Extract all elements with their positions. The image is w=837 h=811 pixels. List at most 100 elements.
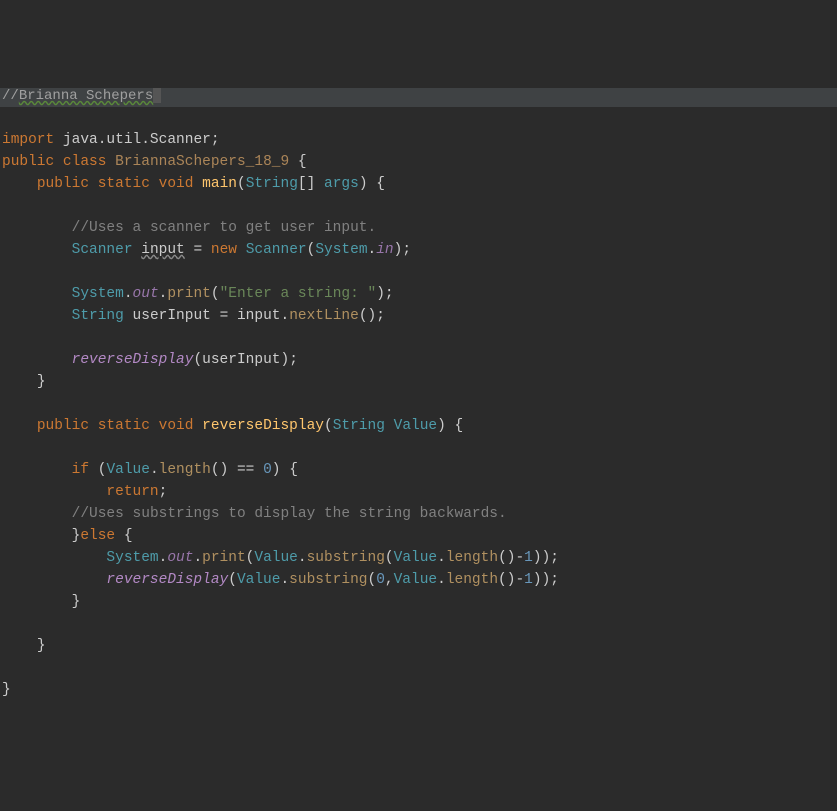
- punct: ): [368, 308, 377, 324]
- punct: ): [272, 462, 281, 478]
- var-value: Value: [254, 550, 298, 566]
- call-substring: substring: [307, 550, 385, 566]
- punct: ;: [550, 550, 559, 566]
- punct: {: [455, 418, 464, 434]
- import-path: java.util.Scanner: [63, 132, 211, 148]
- punct: ,: [385, 572, 394, 588]
- punct: (: [385, 550, 394, 566]
- keyword-void: void: [159, 176, 194, 192]
- call-length: length: [159, 462, 211, 478]
- punct: ): [280, 352, 289, 368]
- call-reversedisplay: reverseDisplay: [106, 572, 228, 588]
- var-userinput: userInput: [133, 308, 211, 324]
- type-scanner: Scanner: [72, 242, 133, 258]
- call-reversedisplay: reverseDisplay: [72, 352, 194, 368]
- punct: }: [2, 682, 11, 698]
- op-eqeq: ==: [237, 462, 254, 478]
- field-in: in: [376, 242, 393, 258]
- type-system: System: [315, 242, 367, 258]
- keyword-static: static: [98, 176, 150, 192]
- punct: ;: [289, 352, 298, 368]
- code-editor-area[interactable]: import java.util.Scanner; public class B…: [0, 129, 837, 701]
- punct: {: [298, 154, 307, 170]
- punct: []: [298, 176, 315, 192]
- punct: ;: [385, 286, 394, 302]
- method-main: main: [202, 176, 237, 192]
- text-caret: [153, 88, 161, 103]
- punct: }: [37, 374, 46, 390]
- param-value: Value: [394, 418, 438, 434]
- comment-line: //Uses a scanner to get user input.: [72, 220, 377, 236]
- field-out: out: [133, 286, 159, 302]
- var-value: Value: [106, 462, 150, 478]
- punct: {: [124, 528, 133, 544]
- type-string: String: [246, 176, 298, 192]
- keyword-new: new: [211, 242, 237, 258]
- header-author-name: Brianna Schepers: [19, 88, 153, 104]
- punct: ): [533, 550, 542, 566]
- punct: (: [368, 572, 377, 588]
- punct: (: [237, 176, 246, 192]
- punct: .: [437, 572, 446, 588]
- call-nextline: nextLine: [289, 308, 359, 324]
- type-scanner: Scanner: [246, 242, 307, 258]
- punct: (: [324, 418, 333, 434]
- punct: .: [280, 572, 289, 588]
- keyword-return: return: [106, 484, 158, 500]
- var-value: Value: [394, 572, 438, 588]
- comment-line: //Uses substrings to display the string …: [72, 506, 507, 522]
- number-one: 1: [524, 550, 533, 566]
- punct: (: [211, 462, 220, 478]
- punct: (: [193, 352, 202, 368]
- number-zero: 0: [263, 462, 272, 478]
- punct: ): [533, 572, 542, 588]
- var-value: Value: [394, 550, 438, 566]
- number-one: 1: [524, 572, 533, 588]
- keyword-if: if: [72, 462, 89, 478]
- punct: ;: [376, 308, 385, 324]
- punct: {: [376, 176, 385, 192]
- type-system: System: [72, 286, 124, 302]
- string-literal: "Enter a string: ": [220, 286, 377, 302]
- punct: (: [211, 286, 220, 302]
- punct: (: [498, 550, 507, 566]
- punct: .: [368, 242, 377, 258]
- punct: ;: [550, 572, 559, 588]
- type-string: String: [333, 418, 385, 434]
- punct: ;: [211, 132, 220, 148]
- var-userinput: userInput: [202, 352, 280, 368]
- header-comment-slashes: //: [2, 88, 19, 104]
- punct: =: [220, 308, 229, 324]
- punct: .: [124, 286, 133, 302]
- call-substring: substring: [289, 572, 367, 588]
- punct: ): [359, 176, 368, 192]
- call-print: print: [167, 286, 211, 302]
- var-input-decl: input: [141, 242, 185, 258]
- op-minus: -: [515, 572, 524, 588]
- keyword-public: public: [37, 418, 89, 434]
- number-zero: 0: [376, 572, 385, 588]
- punct: ): [220, 462, 229, 478]
- punct: (: [228, 572, 237, 588]
- type-system: System: [106, 550, 158, 566]
- punct: .: [437, 550, 446, 566]
- keyword-import: import: [2, 132, 54, 148]
- punct: ): [542, 550, 551, 566]
- punct: (: [307, 242, 316, 258]
- punct: .: [193, 550, 202, 566]
- keyword-static: static: [98, 418, 150, 434]
- call-length: length: [446, 550, 498, 566]
- editor-header: //Brianna Schepers: [0, 88, 837, 107]
- punct: (: [359, 308, 368, 324]
- class-name: BriannaSchepers_18_9: [115, 154, 289, 170]
- punct: .: [150, 462, 159, 478]
- var-value: Value: [237, 572, 281, 588]
- keyword-public: public: [2, 154, 54, 170]
- punct: =: [193, 242, 202, 258]
- punct: }: [72, 594, 81, 610]
- punct: ): [542, 572, 551, 588]
- punct: ;: [402, 242, 411, 258]
- param-args: args: [324, 176, 359, 192]
- punct: {: [289, 462, 298, 478]
- keyword-public: public: [37, 176, 89, 192]
